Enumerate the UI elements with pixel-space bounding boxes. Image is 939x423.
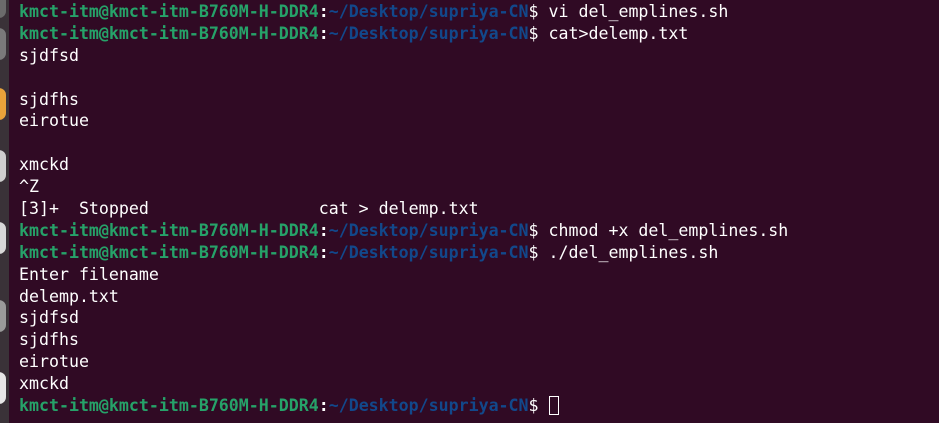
terminal-output[interactable]: kmct-itm@kmct-itm-B760M-H-DDR4:~/Desktop…: [19, 1, 788, 417]
dock-app-icon[interactable]: [0, 0, 6, 18]
output-line: [3]+ Stopped cat > delemp.txt: [19, 198, 788, 220]
output-line: delemp.txt: [19, 286, 788, 308]
output-text: eirotue: [19, 352, 89, 372]
prompt-user-host: kmct-itm@kmct-itm-B760M-H-DDR4: [19, 23, 319, 43]
prompt-line: kmct-itm@kmct-itm-B760M-H-DDR4:~/Desktop…: [19, 220, 788, 242]
output-text: eirotue: [19, 111, 89, 131]
prompt-path: ~/Desktop/supriya-CN: [328, 23, 529, 43]
output-line: ^Z: [19, 176, 788, 198]
text-cursor[interactable]: [548, 396, 559, 416]
output-text: sjdfhs: [19, 330, 79, 350]
dock-app-icon[interactable]: [0, 28, 6, 60]
command-text: cat>delemp.txt: [538, 23, 689, 43]
output-line: xmckd: [19, 154, 788, 176]
output-line: sjdfsd: [19, 307, 788, 329]
prompt-symbol: $: [528, 242, 539, 262]
prompt-path: ~/Desktop/supriya-CN: [328, 220, 529, 240]
output-line: sjdfhs: [19, 89, 788, 111]
output-line: sjdfsd: [19, 45, 788, 67]
prompt-line: kmct-itm@kmct-itm-B760M-H-DDR4:~/Desktop…: [19, 395, 788, 417]
prompt-symbol: $: [528, 23, 539, 43]
dock-app-icon[interactable]: [0, 150, 6, 182]
command-text: ./del_emplines.sh: [538, 242, 719, 262]
output-text: xmckd: [19, 374, 69, 394]
output-text: sjdfsd: [19, 45, 79, 65]
prompt-symbol: $: [528, 220, 539, 240]
prompt-user-host: kmct-itm@kmct-itm-B760M-H-DDR4: [19, 220, 319, 240]
output-text: ^Z: [19, 177, 39, 197]
output-text: Enter filename: [19, 264, 159, 284]
dock-app-icon[interactable]: [0, 300, 6, 332]
dock-strip: [0, 0, 9, 423]
output-text: xmckd: [19, 155, 69, 175]
prompt-path: ~/Desktop/supriya-CN: [328, 396, 529, 416]
output-text: sjdfhs: [19, 89, 79, 109]
output-text: sjdfsd: [19, 308, 79, 328]
output-line: Enter filename: [19, 264, 788, 286]
command-text: chmod +x del_emplines.sh: [538, 220, 789, 240]
prompt-separator: :: [318, 396, 329, 416]
output-line: eirotue: [19, 351, 788, 373]
dock-app-icon[interactable]: [0, 372, 6, 404]
prompt-user-host: kmct-itm@kmct-itm-B760M-H-DDR4: [19, 242, 319, 262]
prompt-line: kmct-itm@kmct-itm-B760M-H-DDR4:~/Desktop…: [19, 23, 788, 45]
command-text: vi del_emplines.sh: [538, 2, 729, 21]
output-line: sjdfhs: [19, 329, 788, 351]
prompt-separator: :: [318, 242, 329, 262]
prompt-path: ~/Desktop/supriya-CN: [328, 242, 529, 262]
output-line: eirotue: [19, 110, 788, 132]
prompt-separator: :: [318, 2, 329, 21]
prompt-user-host: kmct-itm@kmct-itm-B760M-H-DDR4: [19, 2, 319, 21]
dock-app-icon[interactable]: [0, 88, 6, 120]
output-text: delemp.txt: [19, 286, 119, 306]
output-text: [3]+ Stopped cat > delemp.txt: [19, 199, 479, 219]
prompt-user-host: kmct-itm@kmct-itm-B760M-H-DDR4: [19, 396, 319, 416]
output-line: xmckd: [19, 373, 788, 395]
prompt-separator: :: [318, 220, 329, 240]
terminal-window[interactable]: kmct-itm@kmct-itm-B760M-H-DDR4:~/Desktop…: [0, 0, 939, 423]
prompt-symbol: $: [528, 396, 539, 416]
command-text: [539, 396, 549, 415]
prompt-line: kmct-itm@kmct-itm-B760M-H-DDR4:~/Desktop…: [19, 1, 788, 23]
prompt-separator: :: [318, 23, 329, 43]
dock-app-icon[interactable]: [0, 222, 6, 254]
prompt-line: kmct-itm@kmct-itm-B760M-H-DDR4:~/Desktop…: [19, 242, 788, 264]
prompt-path: ~/Desktop/supriya-CN: [328, 2, 529, 21]
prompt-symbol: $: [528, 2, 539, 21]
